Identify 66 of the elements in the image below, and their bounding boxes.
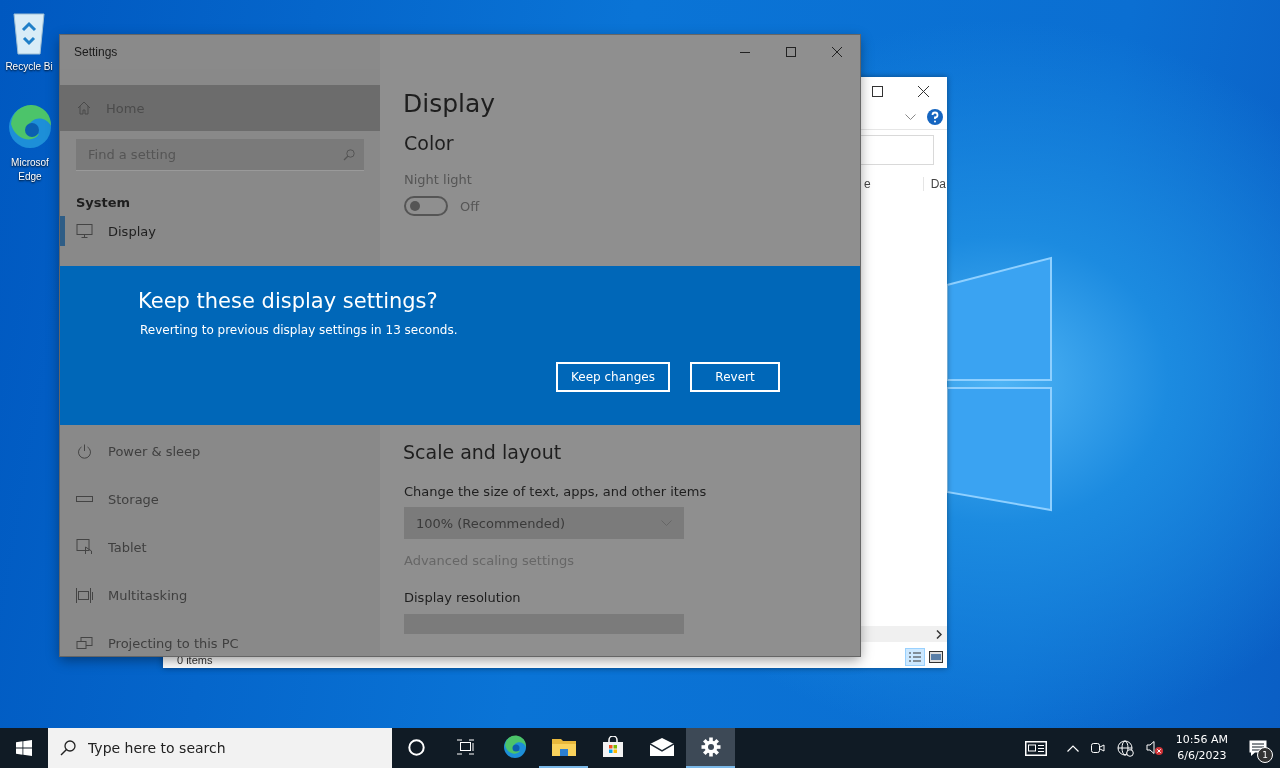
clock-time: 10:56 AM [1175,732,1228,748]
setting-label: Display resolution [404,590,521,605]
shortcut-label: Edge [18,170,42,184]
maximize-icon [786,47,796,57]
column-header[interactable]: e [863,177,871,191]
news-icon[interactable] [1024,740,1047,756]
clock-date: 6/6/2023 [1177,748,1227,764]
folder-icon [551,737,576,757]
circle-icon [408,738,425,756]
column-header[interactable]: Da [922,177,947,191]
storage-icon [76,496,93,502]
camera-icon[interactable] [1090,740,1105,756]
envelope-icon [649,738,674,756]
notification-count-badge: 1 [1257,747,1273,763]
browser-icon [502,735,527,759]
thumbnail-view-icon[interactable] [929,651,943,663]
maximize-icon[interactable] [872,85,883,97]
power-icon [76,443,93,459]
desktop-shortcut[interactable]: Recycle Bi [0,8,58,74]
projecting-icon [76,636,93,650]
dialog-button[interactable]: Revert [690,362,780,392]
taskbar-app-button[interactable] [686,728,735,768]
clock[interactable]: 10:56 AM 6/6/2023 [1169,728,1236,768]
desktop-shortcut[interactable]: Microsof Edge [1,104,59,184]
dialog-message: Reverting to previous display settings in 13 seconds. [140,323,458,337]
shopping-bag-icon [601,736,624,758]
tablet-icon [76,539,93,555]
setting-label: Night light [404,172,472,187]
globe-icon[interactable] [1116,739,1134,757]
nav-item[interactable]: Storage [60,475,380,523]
section-heading: Color [404,132,454,154]
dialog-title: Keep these display settings? [138,289,438,313]
taskbar-search-field[interactable]: Type here to search [48,728,392,768]
monitor-icon [76,224,93,238]
search-icon [343,149,355,161]
scroll-right-icon[interactable] [936,629,942,639]
window-title: Settings [73,45,118,59]
gear-icon [700,737,721,757]
windows-icon [16,740,32,756]
help-icon[interactable] [927,109,943,125]
setting-label: Change the size of text, apps, and other items [404,484,707,499]
multitasking-icon [76,587,93,603]
close-icon[interactable] [918,85,929,97]
nav-item[interactable]: Tablet [60,523,380,571]
notifications-button[interactable]: 1 [1236,728,1280,768]
nav-item[interactable]: Projecting to this PC [60,619,380,656]
scale-dropdown[interactable]: 100% (Recommended) [404,507,684,539]
close-icon [832,47,842,57]
section-heading: Scale and layout [403,441,562,463]
muted-speaker-icon[interactable] [1145,740,1164,756]
shortcut-label: Microsof [11,156,49,170]
night-light-toggle[interactable] [404,196,448,216]
chevron-down-icon[interactable] [905,113,916,121]
nav-item[interactable]: Power & sleep [60,427,380,475]
shortcut-label: Recycle Bi [5,60,53,74]
minimize-icon [740,51,750,53]
nav-item[interactable]: Multitasking [60,571,380,619]
chevron-up-icon[interactable] [1066,744,1079,752]
home-icon [77,101,91,115]
browser-icon [7,104,53,150]
toggle-state: Off [460,198,480,214]
search-icon [60,740,76,756]
task-view-icon [456,739,475,755]
dialog-button[interactable]: Keep changes [556,362,670,392]
page-title: Display [403,89,496,118]
section-heading: System [76,195,132,210]
